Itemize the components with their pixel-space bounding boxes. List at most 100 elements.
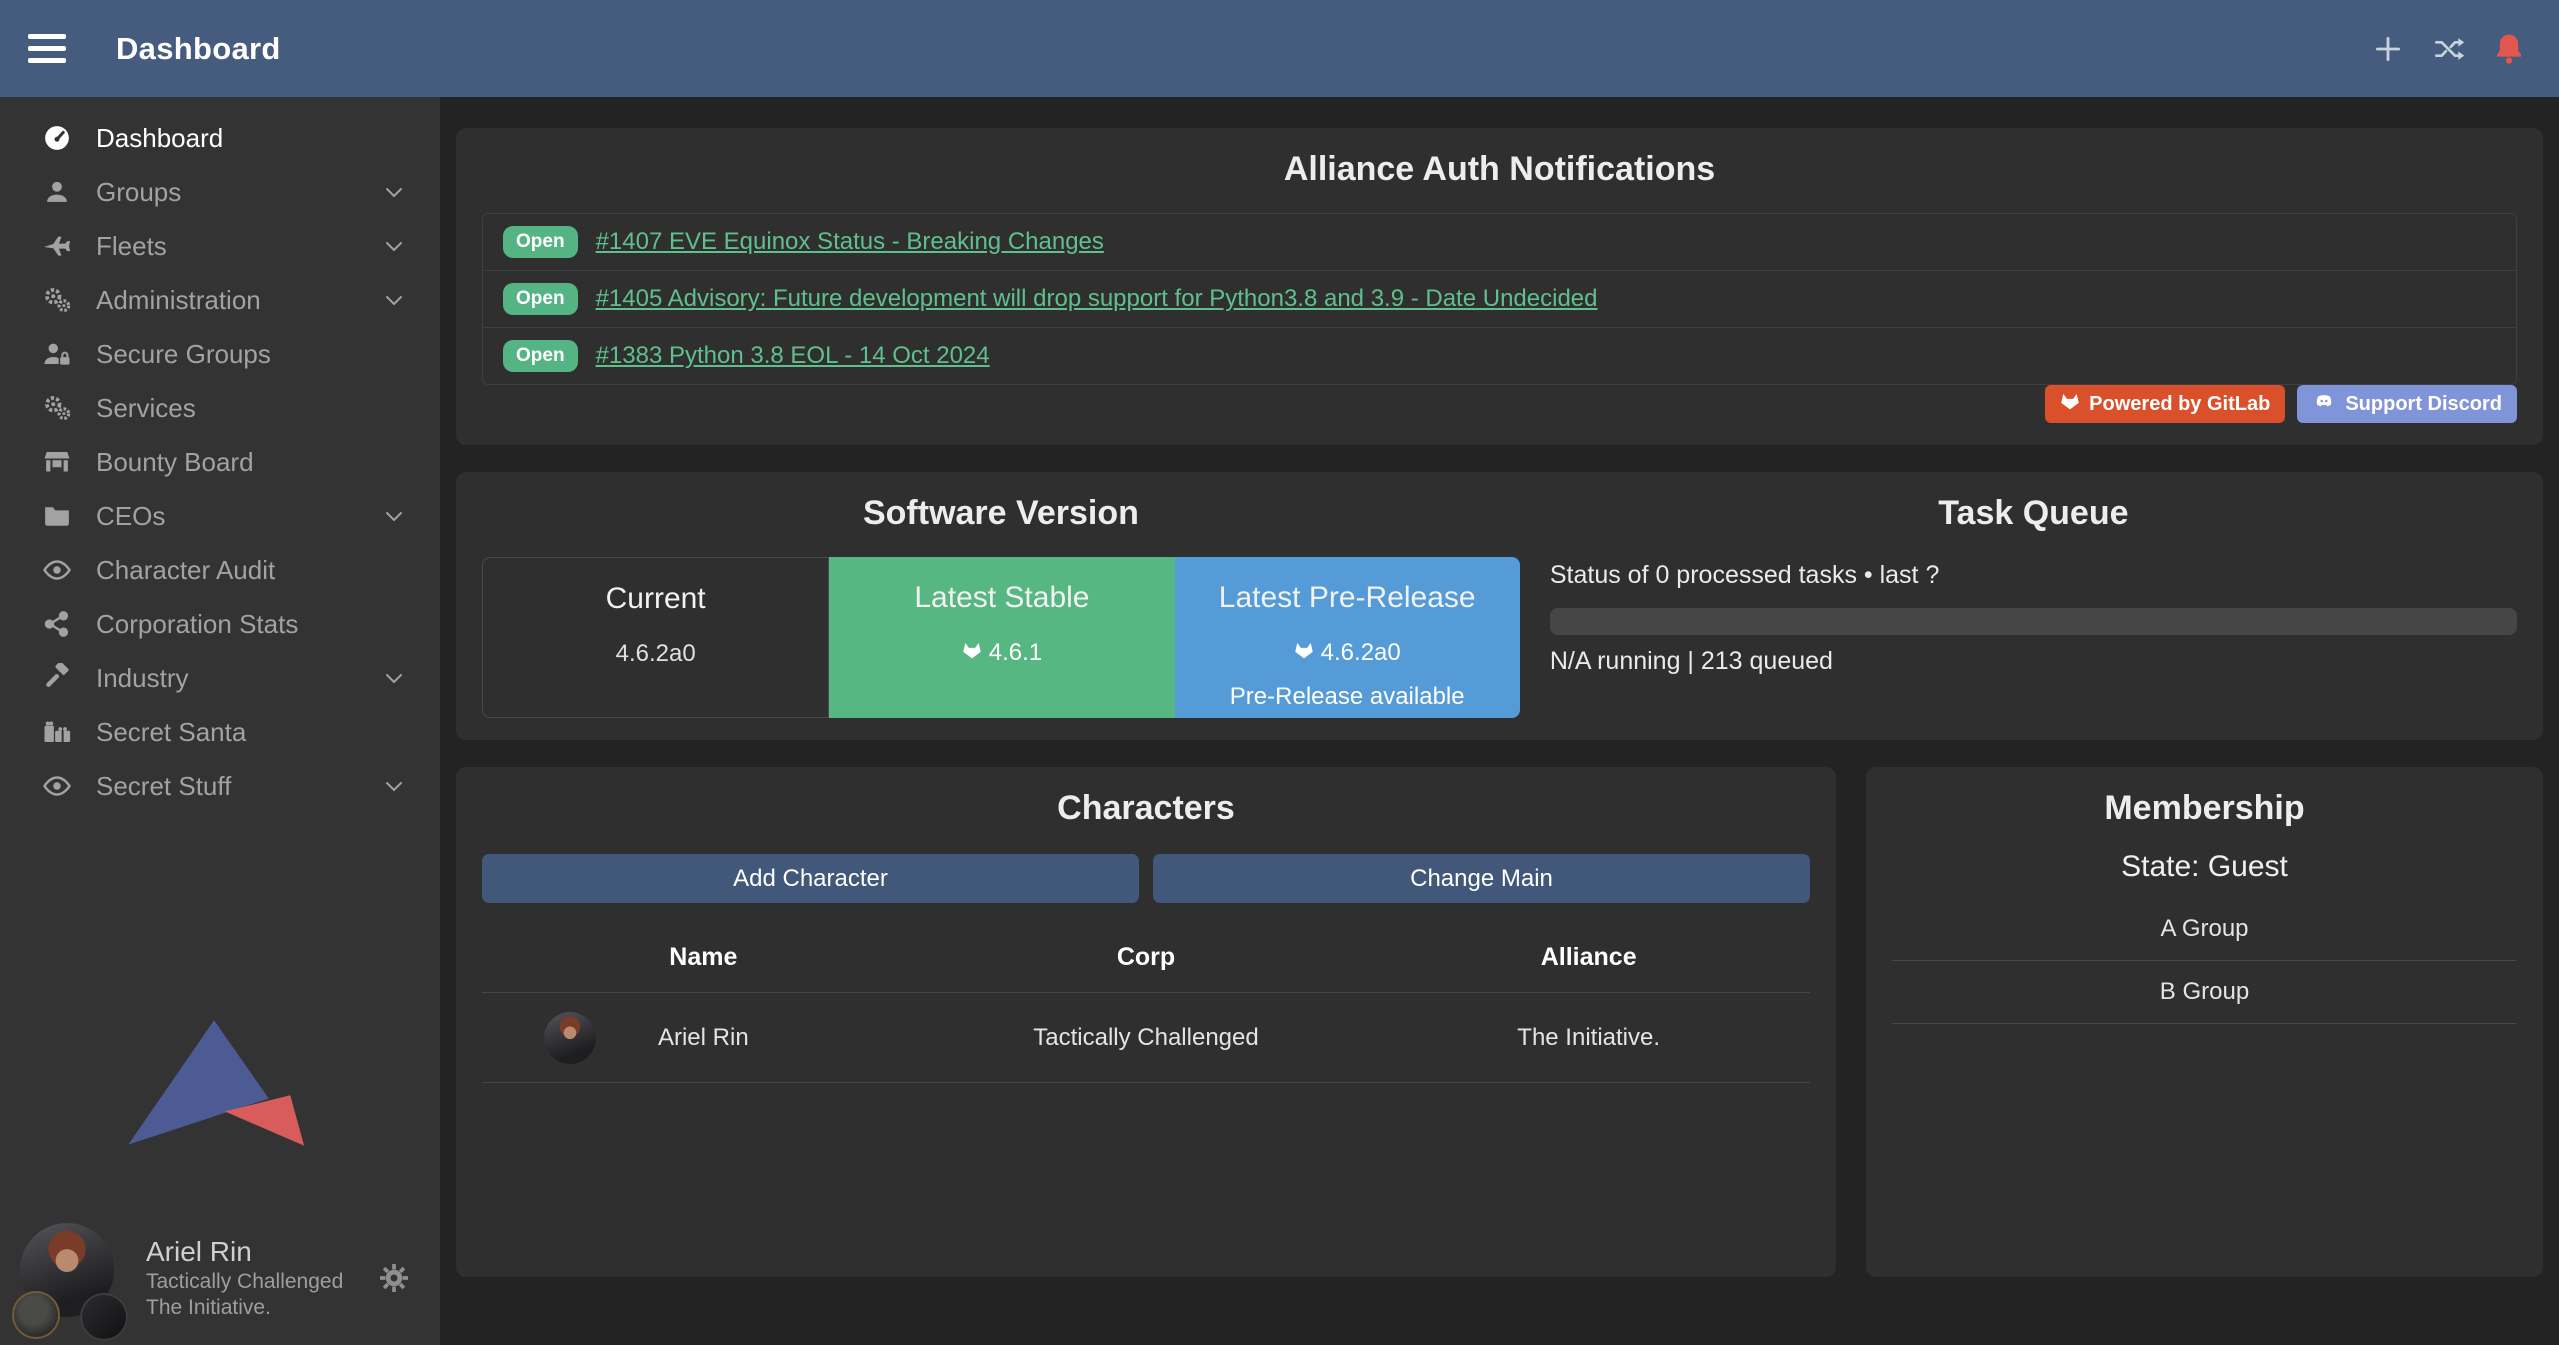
sidebar-item-label: CEOs xyxy=(96,501,165,532)
gauge-icon xyxy=(34,123,80,153)
software-version-title: Software Version xyxy=(482,494,1520,533)
version-cell-value: 4.6.2a0 xyxy=(483,640,828,668)
membership-state: State: Guest xyxy=(1892,850,2517,884)
version-number: 4.6.1 xyxy=(989,639,1042,667)
alliance-logo xyxy=(80,1293,128,1341)
character-alliance: The Initiative. xyxy=(1367,993,1810,1083)
sidebar-item-secret-stuff[interactable]: Secret Stuff xyxy=(0,759,440,813)
characters-panel: Characters Add Character Change Main Nam… xyxy=(456,767,1836,1277)
badge-label: Support Discord xyxy=(2345,393,2502,416)
sidebar-item-secret-santa[interactable]: Secret Santa xyxy=(0,705,440,759)
discord-icon xyxy=(2312,391,2336,417)
chevron-down-icon xyxy=(382,774,406,798)
notification-item: Open #1405 Advisory: Future development … xyxy=(483,271,2516,328)
user-alliance: The Initiative. xyxy=(146,1295,343,1321)
corp-logo xyxy=(12,1291,60,1339)
hammer-icon xyxy=(34,663,80,693)
version-cell-title: Current xyxy=(483,582,828,616)
user-corp: Tactically Challenged xyxy=(146,1269,343,1295)
bottom-row: Characters Add Character Change Main Nam… xyxy=(456,767,2543,1277)
sidebar-item-label: Administration xyxy=(96,285,261,316)
sidebar-item-industry[interactable]: Industry xyxy=(0,651,440,705)
navbar-actions xyxy=(2371,32,2525,66)
version-cell-value: 4.6.2a0 xyxy=(1175,639,1520,667)
software-taskqueue-panel: Software Version Current 4.6.2a0 Latest … xyxy=(456,472,2543,740)
chevron-down-icon xyxy=(382,180,406,204)
status-badge: Open xyxy=(503,340,578,372)
gitlab-icon xyxy=(962,639,982,667)
character-name: Ariel Rin xyxy=(658,1024,749,1051)
task-queue-status-line: Status of 0 processed tasks • last ? xyxy=(1550,561,2517,590)
sidebar-item-label: Services xyxy=(96,393,196,424)
shuffle-icon[interactable] xyxy=(2431,33,2467,65)
add-character-button[interactable]: Add Character xyxy=(482,854,1139,903)
notifications-title: Alliance Auth Notifications xyxy=(482,150,2517,189)
sidebar-item-corporation-stats[interactable]: Corporation Stats xyxy=(0,597,440,651)
badge-label: Powered by GitLab xyxy=(2089,393,2270,416)
alliance-auth-logo xyxy=(113,1017,328,1155)
add-icon[interactable] xyxy=(2371,32,2405,66)
membership-groups-list: A Group B Group xyxy=(1892,898,2517,1024)
sidebar-item-character-audit[interactable]: Character Audit xyxy=(0,543,440,597)
sidebar-item-administration[interactable]: Administration xyxy=(0,273,440,327)
sidebar-item-label: Corporation Stats xyxy=(96,609,298,640)
top-navbar: Dashboard xyxy=(0,0,2559,97)
version-number: 4.6.2a0 xyxy=(1321,639,1401,667)
sidebar-item-label: Groups xyxy=(96,177,181,208)
sidebar-item-bounty-board[interactable]: Bounty Board xyxy=(0,435,440,489)
sidebar-item-secure-groups[interactable]: Secure Groups xyxy=(0,327,440,381)
main-content: Alliance Auth Notifications Open #1407 E… xyxy=(440,97,2559,1345)
gifts-icon xyxy=(34,717,80,747)
gears-icon xyxy=(34,285,80,315)
chevron-down-icon xyxy=(382,234,406,258)
notifications-bell-icon[interactable] xyxy=(2493,32,2525,66)
sidebar-item-fleets[interactable]: Fleets xyxy=(0,219,440,273)
sidebar-item-groups[interactable]: Groups xyxy=(0,165,440,219)
sidebar-item-label: Secret Santa xyxy=(96,717,246,748)
sidebar-menu: Dashboard Groups Fleets Administra xyxy=(0,97,440,813)
eye-icon xyxy=(34,771,80,801)
version-cell-title: Latest Stable xyxy=(829,581,1174,615)
footer-badges: Powered by GitLab Support Discord xyxy=(482,385,2517,423)
sidebar-item-dashboard[interactable]: Dashboard xyxy=(0,111,440,165)
powered-by-gitlab-badge[interactable]: Powered by GitLab xyxy=(2045,385,2285,423)
user-name: Ariel Rin xyxy=(146,1234,343,1269)
version-prerelease-cell: Latest Pre-Release 4.6.2a0 Pre-Release a… xyxy=(1175,557,1520,718)
menu-toggle-button[interactable] xyxy=(28,19,98,79)
gitlab-icon xyxy=(2060,391,2080,417)
character-corp: Tactically Challenged xyxy=(925,993,1368,1083)
task-queue-section: Task Queue Status of 0 processed tasks •… xyxy=(1520,494,2517,718)
notification-link[interactable]: #1383 Python 3.8 EOL - 14 Oct 2024 xyxy=(596,342,990,370)
characters-buttons: Add Character Change Main xyxy=(482,854,1810,903)
column-header-alliance: Alliance xyxy=(1367,925,1810,993)
notifications-list: Open #1407 EVE Equinox Status - Breaking… xyxy=(482,213,2517,385)
status-badge: Open xyxy=(503,226,578,258)
prerelease-note: Pre-Release available xyxy=(1175,683,1520,711)
share-nodes-icon xyxy=(34,610,80,638)
sidebar-user-panel: Ariel Rin Tactically Challenged The Init… xyxy=(0,1210,440,1345)
version-cell-value: 4.6.1 xyxy=(829,639,1174,667)
jet-icon xyxy=(34,231,80,261)
sidebar: Dashboard Groups Fleets Administra xyxy=(0,97,440,1345)
gears-icon xyxy=(34,393,80,423)
sidebar-item-label: Dashboard xyxy=(96,123,223,154)
store-icon xyxy=(34,447,80,477)
sidebar-item-services[interactable]: Services xyxy=(0,381,440,435)
notification-link[interactable]: #1407 EVE Equinox Status - Breaking Chan… xyxy=(596,228,1104,256)
support-discord-badge[interactable]: Support Discord xyxy=(2297,385,2517,423)
software-version-section: Software Version Current 4.6.2a0 Latest … xyxy=(482,494,1520,718)
user-settings-gear-icon[interactable] xyxy=(378,1262,410,1294)
table-row: Ariel Rin Tactically Challenged The Init… xyxy=(482,993,1810,1083)
user-info: Ariel Rin Tactically Challenged The Init… xyxy=(146,1234,343,1322)
chevron-down-icon xyxy=(382,666,406,690)
notification-item: Open #1407 EVE Equinox Status - Breaking… xyxy=(483,214,2516,271)
notification-link[interactable]: #1405 Advisory: Future development will … xyxy=(596,285,1598,313)
characters-title: Characters xyxy=(482,789,1810,828)
chevron-down-icon xyxy=(382,504,406,528)
sidebar-item-label: Fleets xyxy=(96,231,167,262)
task-queue-progress-bar xyxy=(1550,608,2517,635)
sidebar-item-label: Character Audit xyxy=(96,555,275,586)
change-main-button[interactable]: Change Main xyxy=(1153,854,1810,903)
eye-icon xyxy=(34,555,80,585)
sidebar-item-ceos[interactable]: CEOs xyxy=(0,489,440,543)
